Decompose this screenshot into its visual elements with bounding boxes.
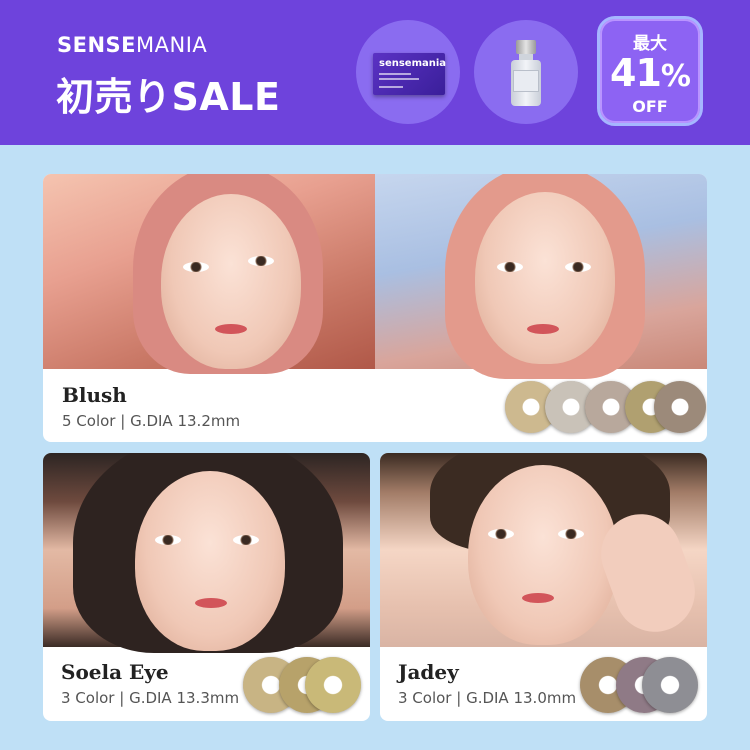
package-line: [379, 86, 403, 88]
product-card-jadey[interactable]: Jadey 3 Color | G.DIA 13.0mm: [380, 453, 707, 721]
product-card-soela-eye[interactable]: Soela Eye 3 Color | G.DIA 13.3mm: [43, 453, 370, 721]
face: [135, 471, 285, 651]
lips: [215, 324, 247, 334]
lens-swatch: [642, 657, 698, 713]
eye: [497, 262, 523, 272]
eye: [248, 256, 274, 266]
eye: [183, 262, 209, 272]
eye: [558, 529, 584, 539]
badge-percent: 41%: [600, 51, 700, 95]
badge-number: 41: [610, 51, 662, 95]
package-line: [379, 78, 419, 80]
face: [475, 192, 615, 364]
package-logo: sensemania: [379, 58, 447, 69]
face: [161, 194, 301, 369]
vial-icon: [511, 40, 541, 106]
product-spec: 5 Color | G.DIA 13.2mm: [62, 412, 241, 430]
package-line: [379, 73, 411, 75]
lips: [195, 598, 227, 608]
product-spec: 3 Color | G.DIA 13.0mm: [398, 689, 577, 707]
eye: [233, 535, 259, 545]
badge-off-label: OFF: [632, 97, 668, 116]
brand-logo: SENSEMANIA: [57, 33, 207, 57]
eye: [565, 262, 591, 272]
product-spec: 3 Color | G.DIA 13.3mm: [61, 689, 240, 707]
sale-header: SENSEMANIA 初売りSALE sensemania 最大 41% OFF: [0, 0, 750, 145]
model-photo: [43, 174, 375, 374]
lips: [527, 324, 559, 334]
face: [468, 465, 618, 645]
product-card-blush[interactable]: Blush 5 Color | G.DIA 13.2mm: [43, 174, 707, 442]
model-photo: [380, 453, 707, 647]
product-name: Jadey: [398, 660, 459, 684]
sale-title: 初売りSALE: [56, 75, 281, 119]
lens-swatch: [654, 381, 706, 433]
package-box: sensemania: [373, 53, 447, 95]
brand-light: MANIA: [136, 33, 208, 57]
eye: [488, 529, 514, 539]
lens-swatch: [305, 657, 361, 713]
lips: [522, 593, 554, 603]
brand-bold: SENSE: [57, 33, 137, 57]
product-name: Soela Eye: [61, 660, 169, 684]
model-photo: [43, 453, 370, 653]
vial-image: [474, 20, 578, 124]
badge-percent-sign: %: [660, 59, 691, 94]
discount-badge: 最大 41% OFF: [597, 16, 703, 126]
product-name: Blush: [62, 383, 127, 407]
eye: [155, 535, 181, 545]
package-box-image: sensemania: [356, 20, 460, 124]
model-photo: [375, 174, 707, 379]
